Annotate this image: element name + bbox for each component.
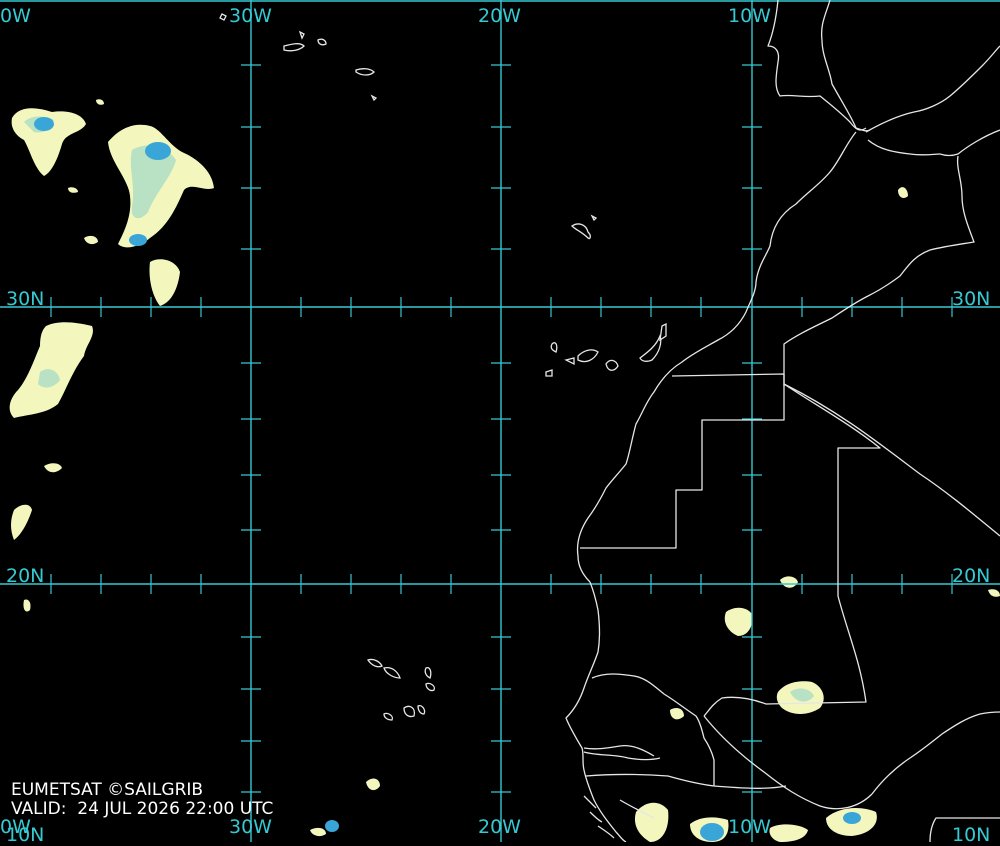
lon-label-bottom-30w: 30W bbox=[229, 816, 272, 838]
lat-label-left-10n: 10N bbox=[6, 824, 45, 846]
lon-label-bottom-20w: 20W bbox=[478, 816, 521, 838]
satellite-map bbox=[0, 0, 1000, 842]
lat-label-left-30n: 30N bbox=[6, 288, 45, 310]
lat-label-right-30n: 30N bbox=[952, 288, 991, 310]
lon-label-top-20w: 20W bbox=[478, 5, 521, 27]
lat-label-right-10n: 10N bbox=[952, 824, 991, 846]
lat-label-right-20n: 20N bbox=[952, 565, 991, 587]
lon-label-top-30w: 30W bbox=[229, 5, 272, 27]
lon-label-bottom-10w: 10W bbox=[728, 816, 771, 838]
lat-label-left-20n: 20N bbox=[6, 565, 45, 587]
valid-time-text: VALID: 24 JUL 2026 22:00 UTC bbox=[11, 799, 274, 819]
lon-label-top-40w: 0W bbox=[0, 5, 31, 27]
lon-label-top-10w: 10W bbox=[728, 5, 771, 27]
credit-text: EUMETSAT ©SAILGRIB bbox=[11, 780, 204, 800]
